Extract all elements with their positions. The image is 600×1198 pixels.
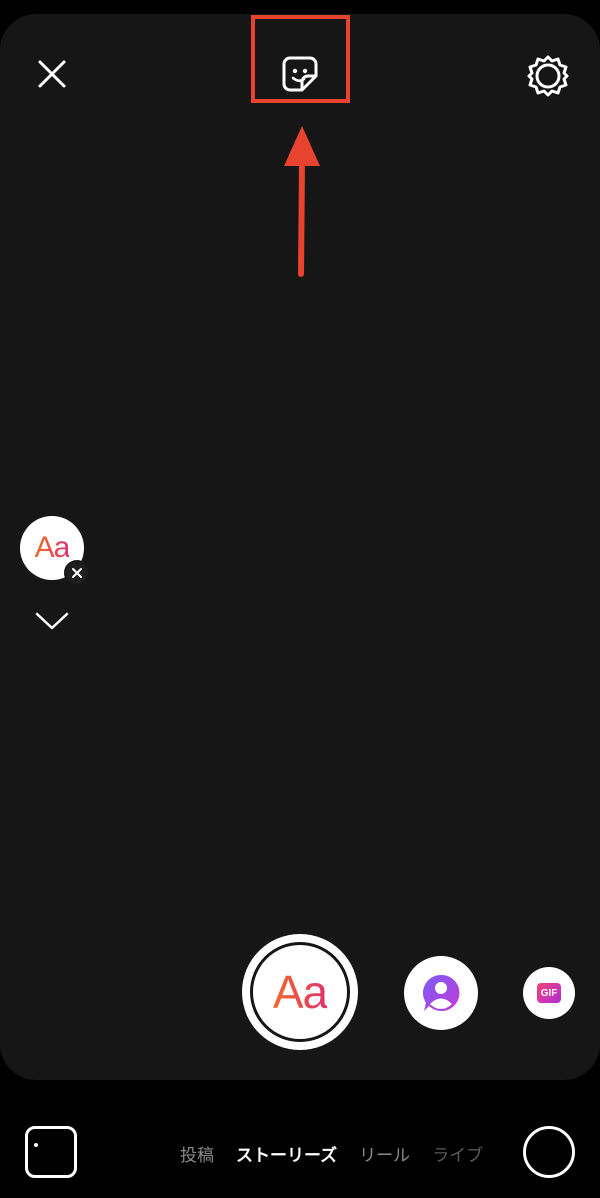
close-small-icon bbox=[72, 568, 82, 578]
tab-stories[interactable]: ストーリーズ bbox=[236, 1141, 337, 1166]
remove-tool-button[interactable] bbox=[64, 560, 90, 586]
chevron-down-icon bbox=[35, 612, 69, 630]
close-icon bbox=[38, 60, 66, 88]
tab-post[interactable]: 投稿 bbox=[180, 1141, 214, 1166]
camera-switch-button[interactable] bbox=[523, 1126, 575, 1178]
gallery-thumb-icon bbox=[34, 1143, 38, 1147]
create-mode-text-ring: Aa bbox=[250, 942, 350, 1042]
tab-reels[interactable]: リール bbox=[359, 1141, 410, 1166]
settings-gear-icon bbox=[527, 55, 569, 97]
mention-person-icon bbox=[422, 974, 460, 1011]
create-mode-gif-button[interactable]: GIF bbox=[523, 967, 575, 1019]
story-canvas[interactable]: Aa Aa GIF bbox=[0, 14, 600, 1080]
settings-button[interactable] bbox=[524, 52, 572, 100]
story-camera-screen: Aa Aa GIF 投稿 ストーリーズ リール ライブ bbox=[0, 0, 600, 1198]
close-button[interactable] bbox=[30, 52, 74, 96]
gallery-button[interactable] bbox=[25, 1126, 77, 1178]
create-mode-text-label: Aa bbox=[272, 966, 328, 1018]
tab-live[interactable]: ライブ bbox=[432, 1141, 483, 1166]
create-mode-mention-button[interactable] bbox=[404, 956, 478, 1030]
text-tool-label: Aa bbox=[34, 531, 71, 564]
create-mode-text-button[interactable]: Aa bbox=[242, 934, 358, 1050]
gif-icon: GIF bbox=[537, 983, 561, 1003]
sticker-button[interactable] bbox=[274, 48, 326, 100]
sticker-icon bbox=[282, 56, 318, 92]
collapse-tools-button[interactable] bbox=[30, 606, 74, 636]
bottom-mode-bar: 投稿 ストーリーズ リール ライブ bbox=[0, 1080, 600, 1198]
mode-tabs: 投稿 ストーリーズ リール ライブ bbox=[180, 1138, 510, 1168]
